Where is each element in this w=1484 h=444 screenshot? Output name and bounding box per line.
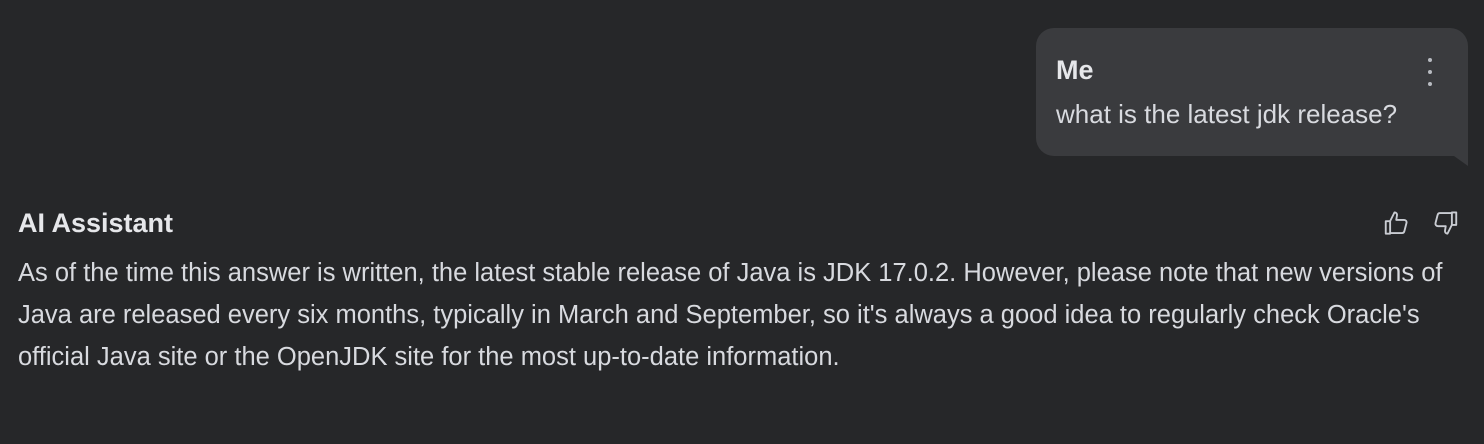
- thumbs-up-icon: [1384, 211, 1408, 235]
- thumbs-down-icon: [1434, 211, 1458, 235]
- thumbs-down-button[interactable]: [1430, 208, 1460, 238]
- assistant-message: AI Assistant As of the time this answer …: [18, 206, 1466, 378]
- user-message-author: Me: [1056, 55, 1094, 85]
- assistant-message-text: As of the time this answer is written, t…: [18, 259, 1443, 371]
- more-vertical-icon[interactable]: [1426, 58, 1434, 86]
- feedback-controls: [1382, 208, 1460, 238]
- user-message-text: what is the latest jdk release?: [1056, 99, 1398, 129]
- chat-panel: Me what is the latest jdk release? AI As…: [0, 0, 1484, 444]
- user-message-bubble: Me what is the latest jdk release?: [1036, 28, 1468, 166]
- assistant-message-author: AI Assistant: [18, 208, 174, 238]
- thumbs-up-button[interactable]: [1382, 208, 1412, 238]
